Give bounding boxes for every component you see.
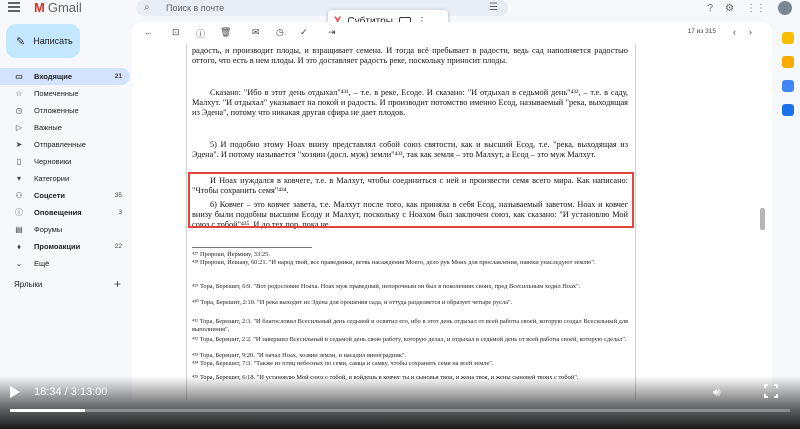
sidebar-item-label: Черновики [34,157,72,166]
pencil-icon: ✎ [16,35,26,48]
add-task-icon[interactable]: ✓ [300,27,308,38]
sidebar-item-label: Категории [34,174,70,183]
footnote: ⁴³¹ Тора, Берешит, 2:3. "И благословил В… [192,318,628,334]
add-label-icon[interactable]: + [114,277,121,291]
move-icon[interactable]: ⇥ [328,27,336,38]
draft-icon: ▯ [16,157,22,166]
sidebar-item-label: Форумы [34,225,63,234]
footnote: ⁴²⁸ Пророки, Йешаяу, 60:21. "И народ тво… [192,259,596,266]
inbox-icon: ▭ [15,72,23,81]
paragraph-2: Сказано: "Ибо в этот день отдыхал"⁴³¹, –… [192,88,628,118]
apps-icon[interactable]: ⋮⋮ [746,3,766,14]
search-icon[interactable]: ⌕ [144,2,150,13]
sidebar-item-label: Ещё [34,259,50,268]
sidebar-item[interactable]: ▾ Категории [0,170,130,187]
mark-unread-icon[interactable]: ✉ [252,27,260,38]
header-actions: ? ⚙ ⋮⋮ [707,0,792,16]
contacts-icon[interactable] [782,104,794,116]
sidebar-item-label: Промоакции [34,242,81,251]
scrollbar[interactable] [760,208,765,230]
footnote: ⁴²⁷ Пророки, Йермияу, 33:25. [192,251,270,258]
tag-icon: ⬧ [17,241,21,251]
sidebar-item[interactable]: ▤ Форумы [0,221,130,238]
footnote: ⁴³² Тора, Берешит, 2:2. "И завершил Всес… [192,336,627,343]
back-icon[interactable]: ← [144,27,153,37]
sidebar-item-count: 35 [114,192,122,199]
sidebar-item[interactable]: ☆ Помеченные [0,85,130,102]
sidebar-item-label: Помеченные [34,89,79,98]
chevron-down-icon: ⌄ [15,259,23,268]
tasks-icon[interactable] [782,80,794,92]
category-icon: ▾ [16,174,21,183]
sidebar-nav: ▭ Входящие 21 ☆ Помеченные ◷ Отложенные ▷ Важные… [0,68,130,272]
delete-icon[interactable]: 🗑 [220,27,231,38]
avatar[interactable] [778,1,792,15]
message-toolbar: ← ⊡ ⓘ 🗑 ✉ ◷ ✓ ⇥ 17 из 315 ‹ › [132,22,772,44]
sidebar-item[interactable]: ⬧ Промоакции 22 [0,238,130,255]
important-icon: ▷ [15,123,23,132]
snooze-icon[interactable]: ◷ [276,27,284,38]
play-icon[interactable] [10,386,20,398]
labels-heading: Ярлыки [14,280,43,289]
highlight-box [188,172,634,228]
paragraph-3: 5) И подобно этому Ноах внизу представля… [192,140,628,160]
pager-text: 17 из 315 [687,28,716,35]
sidebar-item[interactable]: ⓘ Оповещения 3 [0,204,130,221]
right-rail [776,22,800,400]
clock-icon: ◷ [15,106,23,115]
filter-icon[interactable]: ☰ [489,2,498,13]
sidebar-item-label: Важные [34,123,62,132]
paragraph-1: радость, и производит плоды, и взращивае… [192,46,628,66]
video-controls [0,376,800,429]
fullscreen-icon[interactable] [764,384,778,398]
progress-fill [10,409,85,412]
footnote: ⁴²⁹ Тора, Берешит, 6:9. "Вот родословие … [192,283,581,290]
sidebar-item[interactable]: ⚇ Соцсети 35 [0,187,130,204]
people-icon: ⚇ [15,191,23,200]
star-icon: ☆ [15,89,23,98]
compose-button[interactable]: ✎ Написать [6,24,80,58]
sidebar: ✎ Написать ▭ Входящие 21 ☆ Помеченные ◷ Отложе… [0,18,130,398]
sidebar-item-count: 3 [118,209,122,216]
sidebar-item-more[interactable]: ⌄ Ещё [0,255,130,272]
sidebar-item-label: Отложенные [34,106,79,115]
calendar-icon[interactable] [782,32,794,44]
sidebar-item-label: Входящие [34,72,73,81]
sidebar-item-count: 22 [114,243,122,250]
report-icon[interactable]: ⓘ [196,27,205,40]
forum-icon: ▤ [15,225,23,234]
progress-bar[interactable] [10,409,790,412]
sidebar-item[interactable]: ▷ Важные [0,119,130,136]
send-icon: ➤ [15,140,23,149]
search-input[interactable]: Поиск в почте [166,3,224,13]
footnote: ⁴³⁰ Тора, Берешит, 2:10. "И река выходит… [192,299,513,306]
info-icon: ⓘ [15,208,23,217]
footnote-divider [192,247,312,248]
gmail-logo[interactable]: M Gmail [34,0,82,15]
search-bar[interactable]: ⌕ Поиск в почте ☰ [136,0,508,16]
menu-icon[interactable] [8,2,20,12]
archive-icon[interactable]: ⊡ [172,27,180,38]
sidebar-item-label: Оповещения [34,208,82,217]
next-icon[interactable]: › [749,27,752,37]
sidebar-item[interactable]: ◷ Отложенные [0,102,130,119]
settings-icon[interactable]: ⚙ [725,3,734,14]
video-frame: M Gmail ⌕ Поиск в почте ☰ ? ⚙ ⋮⋮ Y Субтит… [0,0,800,429]
sidebar-item[interactable]: ▯ Черновики [0,153,130,170]
keep-icon[interactable] [782,56,794,68]
sidebar-item-label: Соцсети [34,191,66,200]
timecode: 18:34 / 3:13:00 [34,386,108,398]
sidebar-item[interactable]: ➤ Отправленные [0,136,130,153]
compose-label: Написать [33,36,73,46]
help-icon[interactable]: ? [707,3,713,14]
sidebar-item-label: Отправленные [34,140,86,149]
footnote: ⁴³⁴ Тора, Берешит, 7:3. "Также из птиц н… [192,360,494,367]
prev-icon[interactable]: ‹ [733,27,736,37]
footnote: ⁴³³ Тора, Берешит, 9:20. "И начал Ноах, … [192,352,407,359]
volume-icon[interactable]: 🔊︎ [713,385,721,400]
sidebar-item[interactable]: ▭ Входящие 21 [0,68,130,85]
sidebar-item-count: 21 [114,73,122,80]
